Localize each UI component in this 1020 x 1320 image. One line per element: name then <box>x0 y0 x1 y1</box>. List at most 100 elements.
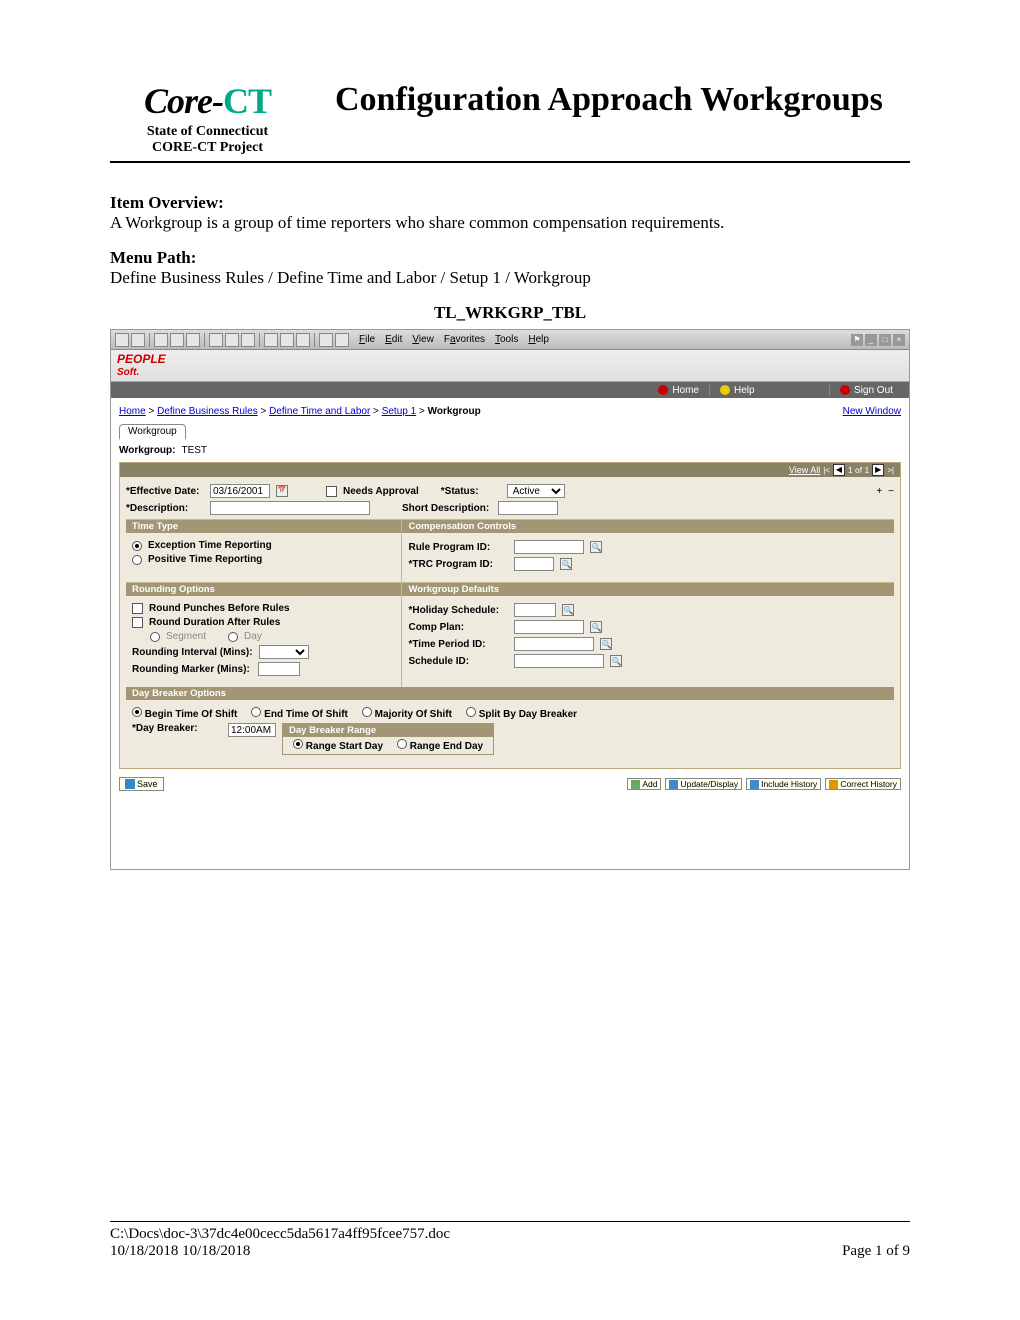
help-nav-icon <box>720 385 730 395</box>
range-end-radio[interactable] <box>397 739 407 749</box>
print-icon[interactable] <box>280 333 294 347</box>
ruleprog-lookup-icon[interactable]: 🔍 <box>590 541 602 553</box>
page-title: Configuration Approach Workgroups <box>335 80 883 119</box>
begin-shift-radio[interactable] <box>132 707 142 717</box>
nav-home[interactable]: Home <box>672 385 699 396</box>
footer-dates: 10/18/2018 10/18/2018 <box>110 1243 250 1260</box>
bc-home[interactable]: Home <box>119 406 146 417</box>
minimize-icon[interactable]: _ <box>865 334 877 346</box>
breadcrumb: Home > Define Business Rules > Define Ti… <box>119 406 901 417</box>
timeperiod-lookup-icon[interactable]: 🔍 <box>600 638 612 650</box>
logo-sub1: State of Connecticut <box>110 124 305 140</box>
daybreaker-input[interactable] <box>228 723 276 737</box>
menu-tools[interactable]: Tools <box>495 334 518 345</box>
trcprog-input[interactable] <box>514 557 554 571</box>
back-icon[interactable] <box>115 333 129 347</box>
overview-text: A Workgroup is a group of time reporters… <box>110 213 910 233</box>
maximize-icon[interactable]: □ <box>879 334 891 346</box>
effdt-input[interactable] <box>210 484 270 498</box>
schedule-input[interactable] <box>514 654 604 668</box>
bc-2[interactable]: Define Time and Labor <box>269 406 370 417</box>
next-row-button[interactable]: ▶ <box>872 464 884 476</box>
desc-label: *Description: <box>126 503 204 514</box>
range-start-radio[interactable] <box>293 739 303 749</box>
prev-row-button[interactable]: ◀ <box>833 464 845 476</box>
nav-signout[interactable]: Sign Out <box>854 385 893 396</box>
majority-radio[interactable] <box>362 707 372 717</box>
compplan-lookup-icon[interactable]: 🔍 <box>590 621 602 633</box>
bc-3[interactable]: Setup 1 <box>382 406 416 417</box>
forward-icon[interactable] <box>131 333 145 347</box>
schedule-lookup-icon[interactable]: 🔍 <box>610 655 622 667</box>
edit-icon[interactable] <box>296 333 310 347</box>
refresh-icon[interactable] <box>170 333 184 347</box>
favorites-icon[interactable] <box>225 333 239 347</box>
save-button[interactable]: Save <box>119 777 164 791</box>
table-name: TL_WRKGRP_TBL <box>110 303 910 323</box>
logo-block: Core-CT State of Connecticut CORE-CT Pro… <box>110 80 305 156</box>
save-icon <box>125 779 135 789</box>
split-label: Split By Day Breaker <box>479 709 577 720</box>
timeperiod-input[interactable] <box>514 637 594 651</box>
word-icon[interactable] <box>319 333 333 347</box>
menu-edit[interactable]: Edit <box>385 334 402 345</box>
view-all-link[interactable]: View All <box>789 465 820 475</box>
holiday-lookup-icon[interactable]: 🔍 <box>562 604 574 616</box>
menu-file[interactable]: File <box>359 334 375 345</box>
positive-radio[interactable] <box>132 555 142 565</box>
round-before-checkbox[interactable] <box>132 603 143 614</box>
logo-ct: CT <box>223 81 271 121</box>
tab-workgroup[interactable]: Workgroup <box>119 424 186 440</box>
nav-help[interactable]: Help <box>734 385 755 396</box>
workgroup-value: TEST <box>181 445 207 456</box>
peoplesoft-logo: PEOPLESoft. <box>117 353 166 378</box>
interval-select[interactable] <box>259 645 309 659</box>
trcprog-label: *TRC Program ID: <box>408 559 508 570</box>
correct-history-button[interactable]: Correct History <box>825 778 901 790</box>
desc-input[interactable] <box>210 501 370 515</box>
end-shift-radio[interactable] <box>251 707 261 717</box>
main-panel: View All |< ◀ 1 of 1 ▶ >| *Effective Dat… <box>119 462 901 769</box>
new-window-link[interactable]: New Window <box>843 406 901 417</box>
search-icon[interactable] <box>209 333 223 347</box>
add-button[interactable]: Add <box>627 778 661 790</box>
split-radio[interactable] <box>466 707 476 717</box>
trcprog-lookup-icon[interactable]: 🔍 <box>560 558 572 570</box>
ruleprog-input[interactable] <box>514 540 584 554</box>
bc-1[interactable]: Define Business Rules <box>157 406 258 417</box>
update-display-button[interactable]: Update/Display <box>665 778 742 790</box>
tab-row: Workgroup <box>119 423 901 439</box>
calendar-icon[interactable]: 📅 <box>276 485 288 497</box>
screenshot-frame: File Edit View Favorites Tools Help ⚑ _ … <box>110 329 910 870</box>
logo-text: Core- <box>144 81 223 121</box>
needs-approval-checkbox[interactable] <box>326 486 337 497</box>
correct-icon <box>829 780 838 789</box>
history-icon[interactable] <box>241 333 255 347</box>
day-radio[interactable] <box>228 632 238 642</box>
delete-row-button[interactable]: − <box>888 486 894 497</box>
stop-icon[interactable] <box>154 333 168 347</box>
home-icon[interactable] <box>186 333 200 347</box>
round-after-checkbox[interactable] <box>132 617 143 628</box>
holiday-input[interactable] <box>514 603 556 617</box>
mail-icon[interactable] <box>264 333 278 347</box>
defaults-hdr: Workgroup Defaults <box>402 582 894 596</box>
shortdesc-input[interactable] <box>498 501 558 515</box>
begin-shift-label: Begin Time Of Shift <box>145 709 238 720</box>
menu-favorites[interactable]: Favorites <box>444 334 485 345</box>
extra-icon[interactable] <box>335 333 349 347</box>
compplan-input[interactable] <box>514 620 584 634</box>
menupath-label: Menu Path: <box>110 248 910 268</box>
rounding-hdr: Rounding Options <box>126 582 401 596</box>
menu-view[interactable]: View <box>412 334 434 345</box>
menu-help[interactable]: Help <box>528 334 549 345</box>
marker-input[interactable] <box>258 662 300 676</box>
close-icon[interactable]: × <box>893 334 905 346</box>
include-icon <box>750 780 759 789</box>
include-history-button[interactable]: Include History <box>746 778 821 790</box>
status-select[interactable]: Active <box>507 484 565 498</box>
add-row-button[interactable]: + <box>876 486 882 497</box>
ruleprog-label: Rule Program ID: <box>408 542 508 553</box>
segment-radio[interactable] <box>150 632 160 642</box>
exception-radio[interactable] <box>132 541 142 551</box>
